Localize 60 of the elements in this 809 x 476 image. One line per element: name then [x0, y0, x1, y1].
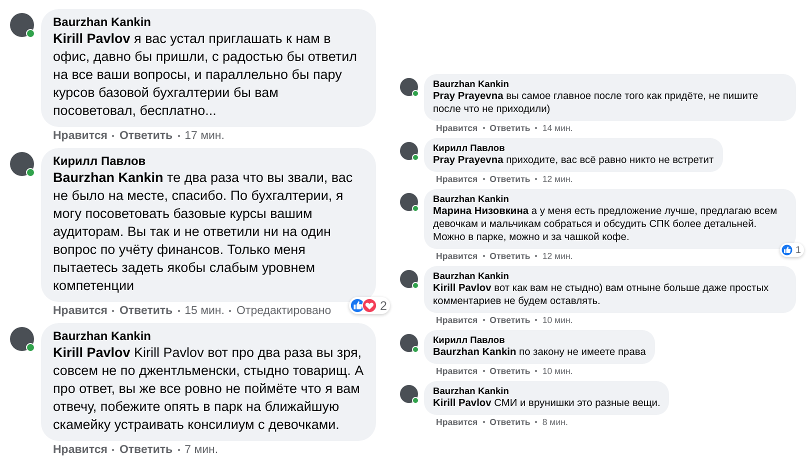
comment-author[interactable]: Кирилл Павлов [433, 142, 714, 154]
like-link[interactable]: Нравится [436, 366, 478, 376]
comment-author[interactable]: Baurzhan Kankin [433, 193, 787, 205]
comment-author[interactable]: Кирилл Павлов [433, 334, 646, 346]
like-link[interactable]: Нравится [436, 251, 478, 261]
reaction-count: 2 [380, 298, 387, 312]
avatar[interactable] [400, 270, 418, 288]
comment-author[interactable]: Baurzhan Kankin [433, 270, 787, 282]
reply-link[interactable]: Ответить [490, 174, 530, 184]
like-icon [780, 244, 793, 256]
timestamp: 17 мин. [184, 130, 224, 142]
like-link[interactable]: Нравится [53, 444, 108, 456]
like-link[interactable]: Нравится [436, 174, 478, 184]
timestamp: 7 мин. [184, 444, 218, 456]
comment-author[interactable]: Baurzhan Kankin [53, 329, 364, 344]
like-link[interactable]: Нравится [436, 315, 478, 325]
comment-author[interactable]: Baurzhan Kankin [433, 78, 787, 90]
like-link[interactable]: Нравится [53, 130, 108, 142]
reaction-summary[interactable]: 2 [349, 297, 390, 314]
avatar[interactable] [10, 13, 34, 37]
comment-text: Марина Низовкина а у меня есть предложение лучше, предлагаю всем девочкам и мальчикам собраться и обсудить СПК более детальней. Можно в парке, можно и за чашкой кофе. [433, 205, 778, 244]
reply-link[interactable]: Ответить [490, 251, 530, 261]
reply-link[interactable]: Ответить [119, 444, 173, 456]
comment-text: Pray Prayevna приходите, вас всё равно никто не встретит [433, 154, 714, 167]
timestamp: 15 мин. [184, 305, 224, 317]
comment-author[interactable]: Baurzhan Kankin [433, 385, 660, 397]
comment-text: Kirill Pavlov Kirill Pavlov вот про два раза вы зря, совсем не по джентльменски, стыдно товарищ. А про ответ, вы же все ровно не поймёте что я вам отвечу, побежите опять в парк на ближайшую скамейку устраивать консилиум с девочками. [53, 344, 364, 434]
timestamp: 8 мин. [542, 417, 568, 427]
comment-text: Kirill Pavlov СМИ и врунишки это разные вещи. [433, 397, 660, 410]
avatar[interactable] [400, 78, 418, 96]
avatar[interactable] [10, 327, 34, 351]
reply-link[interactable]: Ответить [490, 123, 530, 133]
edited-label: Отредактировано [236, 305, 332, 317]
reply-link[interactable]: Ответить [119, 305, 173, 317]
comment-text: Kirill Pavlov я вас устал приглашать к нам в офис, давно бы пришли, с радостью бы ответил на все ваши вопросы, и параллельно бы пару курсов базовой бухгалтерии бы вам посоветовал, бесплатно... [53, 30, 358, 120]
timestamp: 12 мин. [542, 251, 573, 261]
avatar[interactable] [400, 142, 418, 160]
reaction-count: 1 [796, 244, 801, 256]
reply-link[interactable]: Ответить [119, 130, 173, 142]
timestamp: 10 мин. [542, 315, 573, 325]
timestamp: 10 мин. [542, 366, 573, 376]
comment-text: Baurzhan Kankin по закону не имеете права [433, 346, 646, 359]
like-link[interactable]: Нравится [436, 123, 478, 133]
avatar[interactable] [400, 385, 418, 403]
like-link[interactable]: Нравится [436, 417, 478, 427]
reply-link[interactable]: Ответить [490, 366, 530, 376]
avatar[interactable] [400, 193, 418, 211]
comment-author[interactable]: Кирилл Павлов [53, 154, 364, 169]
comment-text: Kirill Pavlov вот как вам не стыдно) вам отныне больше даже простых комментариев не будем оставлять. [433, 282, 770, 308]
comment-text: Baurzhan Kankin те два раза что вы звали, вас не было на месте, спасибо. По бухгалтерии, я могу посоветовать базовые курсы вашим аудиторам. Вы так и не ответили ни на один вопрос по учёту финансов. Только меня пытаетесь задеть якобы слабым уровнем компетенции [53, 169, 354, 295]
reply-link[interactable]: Ответить [490, 315, 530, 325]
timestamp: 14 мин. [542, 123, 573, 133]
comment-text: Pray Prayevna вы самое главное после того как придёте, не пишите после что не приходили) [433, 90, 760, 116]
avatar[interactable] [10, 152, 34, 176]
reaction-summary[interactable]: 1 [780, 243, 804, 257]
reply-link[interactable]: Ответить [490, 417, 530, 427]
avatar[interactable] [400, 334, 418, 352]
timestamp: 12 мин. [542, 174, 573, 184]
like-link[interactable]: Нравится [53, 305, 108, 317]
comment-author[interactable]: Baurzhan Kankin [53, 15, 364, 30]
